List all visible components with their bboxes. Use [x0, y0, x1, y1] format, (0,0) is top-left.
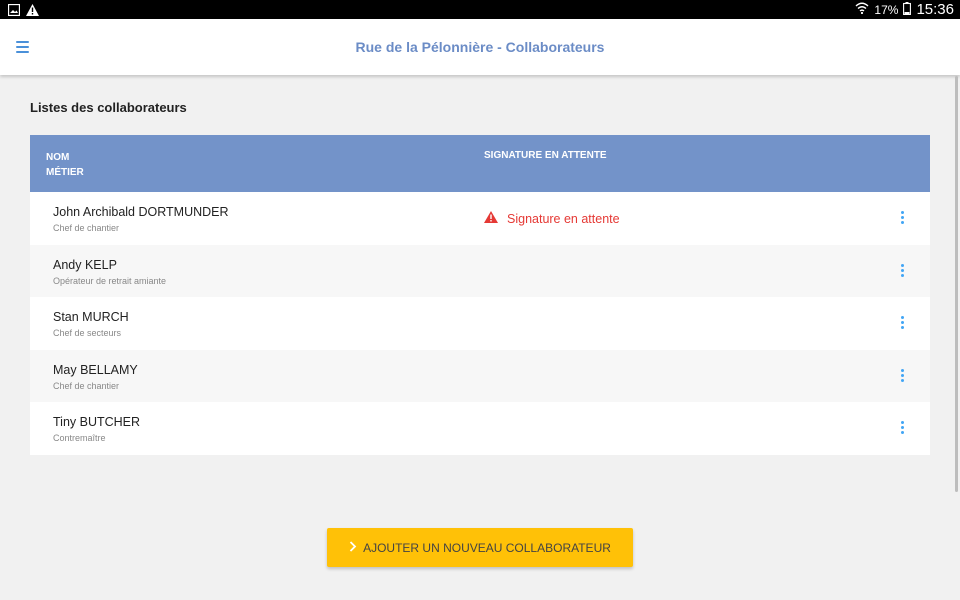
row-menu-icon[interactable]: [898, 314, 908, 332]
table-row[interactable]: Stan MURCH Chef de secteurs: [30, 297, 930, 350]
header-col-signature: SIGNATURE EN ATTENTE: [484, 150, 607, 161]
battery-icon: [903, 1, 912, 18]
row-menu-icon[interactable]: [898, 262, 908, 280]
table-row[interactable]: Andy KELP Opérateur de retrait amiante: [30, 244, 930, 297]
battery-percent: 17%: [874, 2, 899, 17]
app-bar: Rue de la Pélonnière - Collaborateurs: [0, 19, 960, 75]
collaborator-name: Stan MURCH: [53, 310, 129, 324]
collaborators-table: NOM MÉTIER SIGNATURE EN ATTENTE John Arc…: [30, 135, 930, 455]
status-bar: 17% 15:36: [0, 0, 960, 19]
row-menu-icon[interactable]: [898, 419, 908, 437]
collaborator-job: Chef de secteurs: [53, 328, 122, 338]
collaborator-name: Tiny BUTCHER: [53, 415, 141, 429]
collaborator-job: Chef de chantier: [53, 223, 120, 233]
add-collaborator-label: AJOUTER UN NOUVEAU COLLABORATEUR: [363, 540, 611, 555]
header-col-name: NOM: [46, 152, 70, 163]
collaborator-job: Contremaître: [53, 433, 106, 443]
chevron-right-icon: [349, 540, 357, 555]
table-row[interactable]: Tiny BUTCHER Contremaître: [30, 402, 930, 455]
row-menu-icon[interactable]: [898, 367, 908, 385]
collaborator-job: Chef de chantier: [53, 380, 120, 391]
section-title: Listes des collaborateurs: [30, 100, 187, 115]
warning-icon: [484, 211, 498, 226]
collaborator-name: John Archibald DORTMUNDER: [53, 205, 229, 219]
add-collaborator-button[interactable]: AJOUTER UN NOUVEAU COLLABORATEUR: [327, 528, 633, 567]
collaborator-name: Andy KELP: [53, 257, 117, 272]
row-menu-icon[interactable]: [898, 209, 908, 227]
collaborator-job: Opérateur de retrait amiante: [53, 275, 167, 286]
wifi-icon: [855, 2, 869, 17]
page-title: Rue de la Pélonnière - Collaborateurs: [355, 39, 605, 55]
header-col-job: MÉTIER: [46, 167, 84, 178]
table-row[interactable]: May BELLAMY Chef de chantier: [30, 349, 930, 402]
signature-status: Signature en attente: [484, 211, 620, 226]
signature-text: Signature en attente: [507, 211, 620, 226]
clock: 15:36: [916, 1, 954, 18]
collaborator-name: May BELLAMY: [53, 362, 138, 377]
table-row[interactable]: John Archibald DORTMUNDER Chef de chanti…: [30, 192, 930, 245]
table-header: NOM MÉTIER SIGNATURE EN ATTENTE: [30, 135, 930, 192]
scrollbar[interactable]: [955, 76, 958, 492]
header-name-job: NOM MÉTIER: [46, 150, 84, 180]
